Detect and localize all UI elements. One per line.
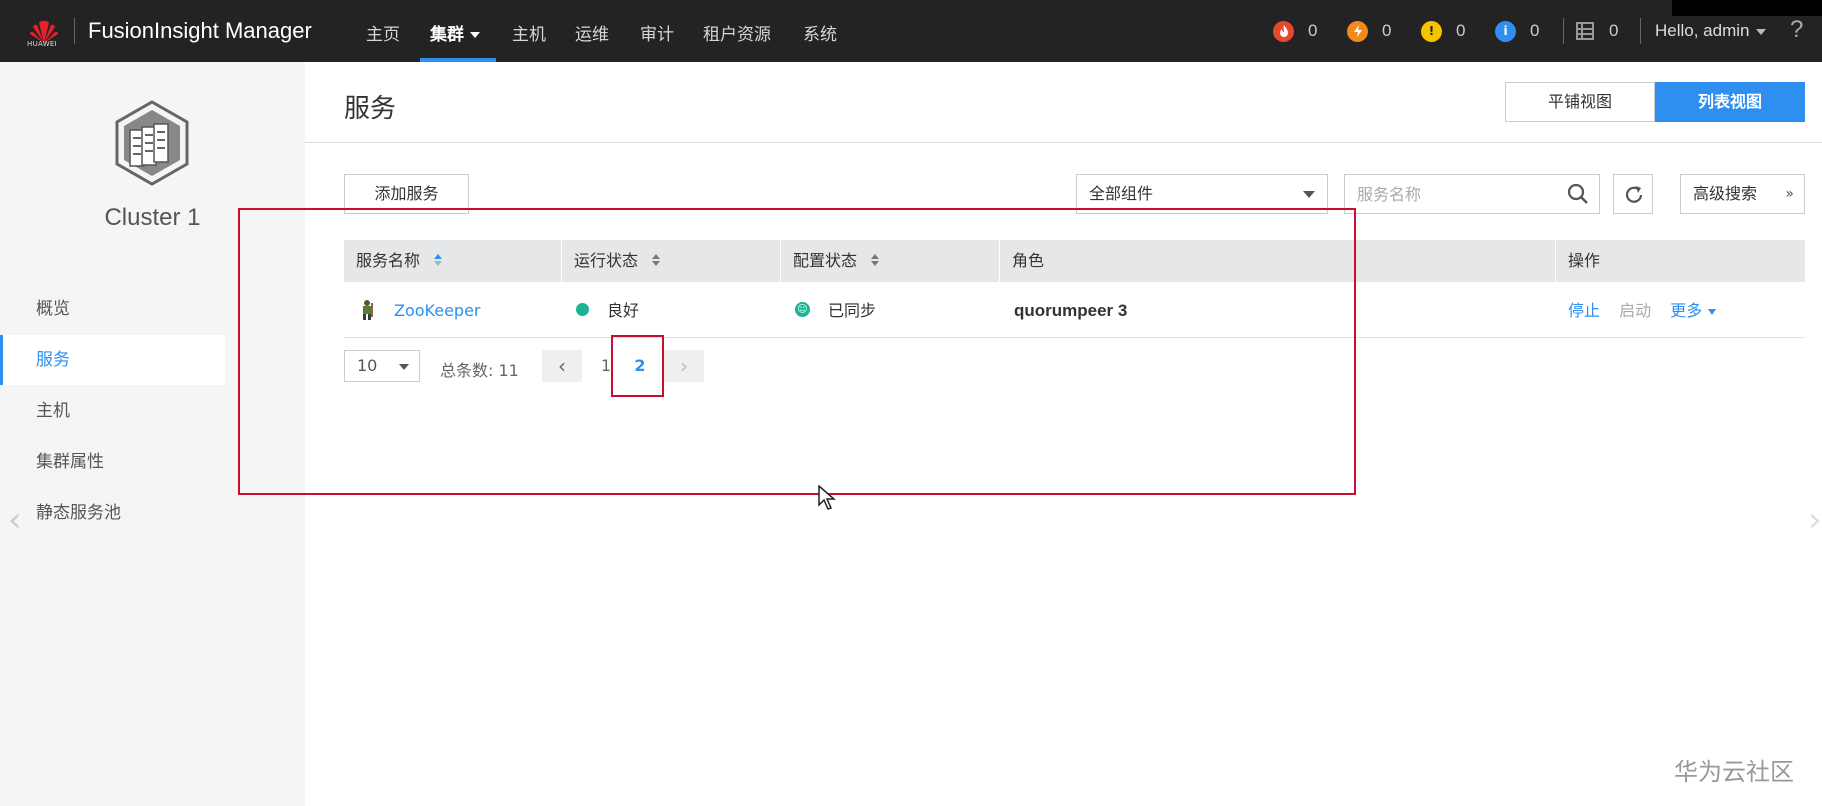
- major-alarm-count: 0: [1382, 21, 1392, 40]
- minor-alarm-icon: !: [1421, 20, 1442, 42]
- nav-ops[interactable]: 运维: [575, 20, 609, 45]
- critical-alarm-count: 0: [1308, 21, 1318, 40]
- view-toggle: 平铺视图 列表视图: [1505, 82, 1805, 122]
- logo-text: HUAWEI: [27, 40, 58, 48]
- critical-alarm-icon: [1273, 20, 1294, 42]
- cluster-icon: [115, 100, 189, 186]
- chevron-left-icon[interactable]: ‹: [8, 500, 22, 540]
- double-chevron-down-icon: »: [1785, 186, 1794, 202]
- stop-button[interactable]: 停止: [1568, 301, 1600, 320]
- minor-alarm-counter[interactable]: ! 0: [1421, 20, 1465, 42]
- chevron-down-icon: [1303, 191, 1315, 198]
- major-alarm-icon: [1347, 20, 1368, 42]
- nav-active-indicator: [420, 58, 496, 62]
- user-menu[interactable]: Hello, admin: [1655, 21, 1766, 41]
- search-icon[interactable]: [1567, 183, 1589, 205]
- top-navbar: HUAWEI FusionInsight Manager 主页 集群 主机 运维…: [0, 0, 1822, 62]
- nav-home[interactable]: 主页: [366, 20, 400, 45]
- info-alarm-counter[interactable]: i 0: [1495, 20, 1539, 42]
- window-corner: [1672, 0, 1822, 16]
- watermark: 华为云社区: [1674, 758, 1794, 786]
- refresh-icon: [1625, 186, 1643, 203]
- service-search: [1344, 174, 1600, 214]
- divider: [1563, 18, 1564, 44]
- task-counter[interactable]: 0: [1575, 20, 1618, 42]
- component-filter-value: 全部组件: [1089, 184, 1154, 203]
- page-title: 服务: [344, 94, 397, 124]
- nav-tenant[interactable]: 租户资源: [703, 20, 771, 45]
- user-greeting: Hello, admin: [1655, 21, 1750, 40]
- advanced-search-button[interactable]: 高级搜索 »: [1680, 174, 1805, 214]
- nav-audit[interactable]: 审计: [640, 20, 674, 45]
- task-list-icon: [1576, 22, 1594, 40]
- header-actions: 操作: [1568, 251, 1601, 270]
- more-actions-button[interactable]: 更多: [1670, 301, 1717, 320]
- critical-alarm-counter[interactable]: 0: [1273, 20, 1317, 42]
- more-label: 更多: [1670, 301, 1703, 320]
- nav-cluster-label: 集群: [430, 25, 464, 45]
- divider: [305, 142, 1822, 143]
- refresh-button[interactable]: [1613, 174, 1653, 214]
- task-count: 0: [1609, 21, 1619, 40]
- chevron-down-icon: [1708, 308, 1717, 315]
- search-input[interactable]: [1345, 175, 1545, 213]
- sidebar-item-cluster-properties[interactable]: 集群属性: [0, 437, 225, 487]
- sidebar-item-hosts[interactable]: 主机: [0, 386, 225, 436]
- divider: [74, 18, 75, 44]
- sidebar-item-services[interactable]: 服务: [0, 335, 225, 385]
- sidebar-item-overview[interactable]: 概览: [0, 284, 225, 334]
- mouse-cursor-icon: [818, 485, 836, 510]
- list-view-button[interactable]: 列表视图: [1655, 82, 1805, 122]
- sidebar-item-static-service-pool[interactable]: 静态服务池: [0, 488, 225, 538]
- chevron-down-icon: [1755, 28, 1766, 35]
- info-alarm-count: 0: [1530, 21, 1540, 40]
- major-alarm-counter[interactable]: 0: [1347, 20, 1391, 42]
- advanced-search-label: 高级搜索: [1693, 184, 1758, 203]
- start-button[interactable]: 启动: [1619, 301, 1651, 320]
- chevron-down-icon: [470, 32, 480, 38]
- tile-view-button[interactable]: 平铺视图: [1505, 82, 1655, 122]
- nav-hosts[interactable]: 主机: [512, 20, 546, 45]
- row-actions: 停止 启动 更多: [1568, 284, 1717, 338]
- nav-cluster[interactable]: 集群: [430, 20, 480, 45]
- highlight-box: [238, 208, 1356, 495]
- info-alarm-icon: i: [1495, 20, 1516, 42]
- chevron-right-icon[interactable]: ›: [1808, 500, 1822, 540]
- minor-alarm-count: 0: [1456, 21, 1466, 40]
- app-title: FusionInsight Manager: [88, 18, 312, 43]
- highlight-box-page: [611, 335, 664, 397]
- help-icon[interactable]: ?: [1790, 16, 1803, 44]
- nav-system[interactable]: 系统: [803, 20, 837, 45]
- divider: [1640, 18, 1641, 44]
